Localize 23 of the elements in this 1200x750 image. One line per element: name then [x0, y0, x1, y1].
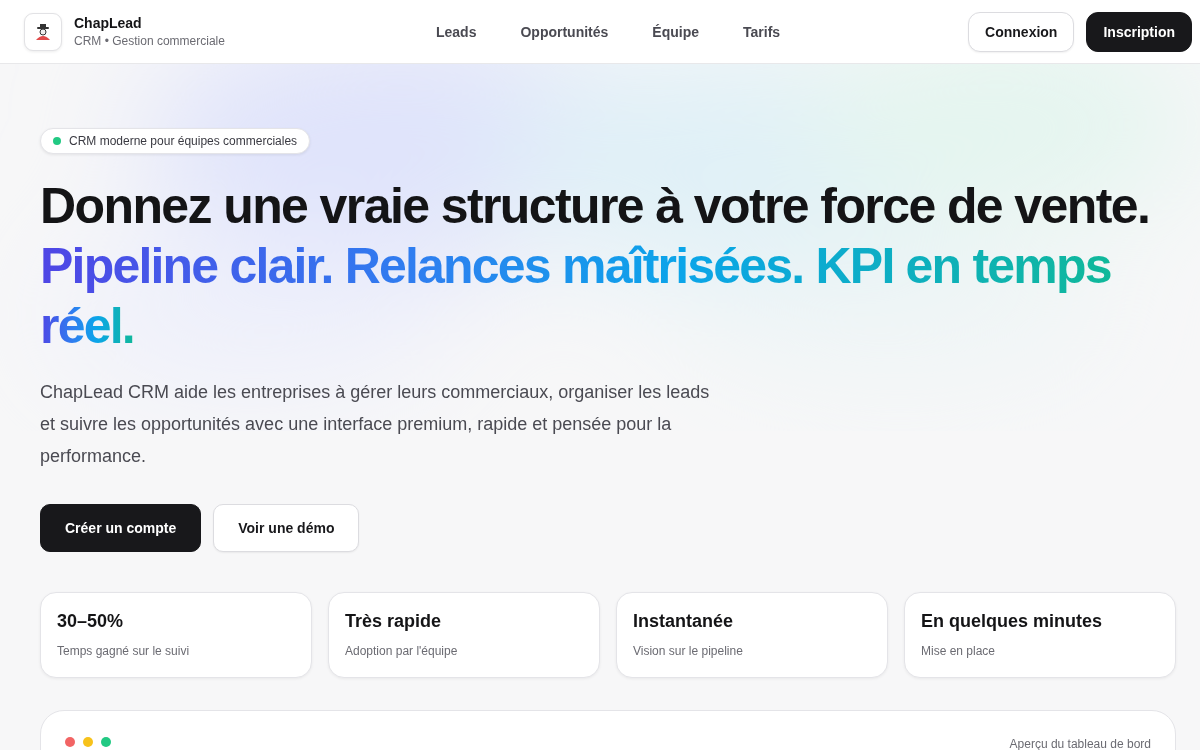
logo-icon	[24, 12, 62, 51]
hero-description: ChapLead CRM aide les entreprises à gérer leurs commerciaux, organiser les leads et suivre les opportunités avec une interface premium, rapide et pensée pour la performance.	[40, 381, 711, 468]
demo-button[interactable]: Voir une démo	[213, 504, 360, 552]
brand-tagline: CRM • Gestion commerciale	[74, 34, 225, 48]
stat-label: Vision sur le pipeline	[633, 644, 744, 658]
preview-caption: Aperçu du tableau de bord	[1009, 737, 1151, 750]
nav-link[interactable]: Tarifs	[743, 23, 781, 40]
nav-link[interactable]: Leads	[436, 23, 477, 40]
stat-label: Adoption par l'équipe	[345, 644, 459, 658]
nav-link[interactable]: Équipe	[652, 23, 700, 40]
create-account-button[interactable]: Créer un compte	[40, 504, 202, 552]
stat-label: Mise en place	[921, 644, 997, 658]
nav-link[interactable]: Opportunités	[520, 23, 609, 40]
stat-value: Très rapide	[345, 611, 443, 632]
stat-value: Instantanée	[633, 611, 735, 632]
stat-value: En quelques minutes	[921, 611, 1104, 632]
stat-value: 30–50%	[57, 611, 125, 632]
signup-button[interactable]: Inscription	[1086, 11, 1192, 52]
badge-text: CRM moderne pour équipes commerciales	[69, 134, 298, 148]
login-button[interactable]: Connexion	[968, 11, 1075, 52]
stat-label: Temps gagné sur le suivi	[57, 644, 191, 658]
brand-name: ChapLead	[74, 15, 143, 31]
hero-title: Donnez une vraie structure à votre force de vente.	[40, 177, 1151, 236]
